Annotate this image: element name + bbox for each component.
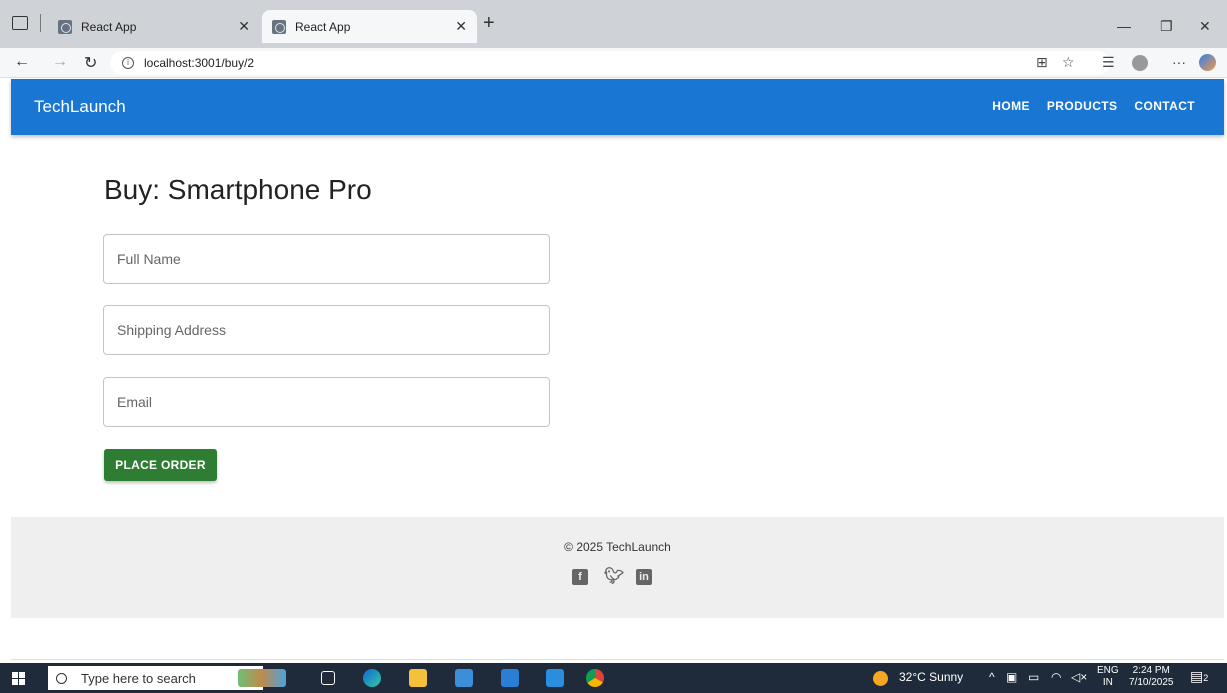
more-options-icon[interactable]: ··· (1172, 54, 1186, 70)
react-favicon-icon (58, 19, 72, 34)
nav-products[interactable]: PRODUCTS (1047, 99, 1118, 113)
split-screen-icon[interactable]: ⊞ (1036, 54, 1048, 71)
close-tab-icon[interactable]: ✕ (238, 18, 250, 35)
refresh-icon[interactable]: ↻ (84, 53, 97, 73)
favorite-star-icon[interactable]: ☆ (1062, 54, 1075, 71)
url-field[interactable]: i localhost:3001/buy/2 (110, 51, 1110, 75)
place-order-button[interactable]: PLACE ORDER (104, 449, 217, 481)
edge-browser-icon[interactable] (363, 669, 381, 687)
notification-count: 2 (1203, 673, 1209, 683)
main-nav: HOME PRODUCTS CONTACT (992, 99, 1195, 113)
profile-avatar-icon[interactable] (1132, 55, 1148, 71)
search-highlight-icon[interactable] (238, 669, 286, 687)
windows-taskbar: Type here to search 32°C Sunny ^ ▣ ▭ ◠ ◁… (0, 663, 1227, 693)
social-links: f 🐦︎ in (572, 569, 652, 585)
microsoft-store-icon[interactable] (455, 669, 473, 687)
url-text: localhost:3001/buy/2 (144, 56, 255, 70)
battery-icon[interactable]: ▭ (1028, 670, 1039, 684)
file-explorer-icon[interactable] (409, 669, 427, 687)
weather-sun-icon (873, 671, 888, 686)
input-language[interactable]: ENG IN (1097, 665, 1119, 689)
favorites-icon[interactable]: ☰ (1102, 54, 1115, 71)
browser-tab-1[interactable]: React App ✕ (48, 10, 260, 43)
twitter-icon[interactable]: 🐦︎ (604, 569, 624, 585)
shipping-address-input[interactable] (103, 305, 550, 355)
new-tab-button[interactable]: + (483, 12, 495, 35)
address-bar: ← → ↻ i localhost:3001/buy/2 ⊞ ☆ ☰ ··· (0, 48, 1227, 78)
vscode-icon[interactable] (546, 669, 564, 687)
show-hidden-icons-icon[interactable]: ^ (989, 670, 995, 684)
forward-icon[interactable]: → (52, 53, 68, 71)
clock-date: 7/10/2025 (1129, 677, 1174, 688)
weather-text[interactable]: 32°C Sunny (899, 670, 963, 684)
region-code: IN (1102, 677, 1113, 688)
taskbar-search-input[interactable]: Type here to search (48, 666, 263, 690)
search-icon (56, 672, 67, 684)
full-name-input[interactable] (103, 234, 550, 284)
task-view-icon[interactable] (321, 671, 335, 685)
volume-icon[interactable]: ◁× (1071, 670, 1087, 684)
copyright-text: © 2025 TechLaunch (564, 540, 671, 554)
tab-actions-icon[interactable] (12, 16, 28, 30)
wifi-icon[interactable]: ◠ (1051, 670, 1061, 684)
chrome-icon[interactable] (586, 669, 604, 687)
clock-time: 2:24 PM (1132, 665, 1170, 676)
browser-tab-2[interactable]: React App ✕ (262, 10, 477, 43)
close-tab-icon[interactable]: ✕ (455, 18, 467, 35)
page-footer: © 2025 TechLaunch f 🐦︎ in (11, 517, 1224, 618)
back-icon[interactable]: ← (14, 53, 30, 71)
react-favicon-icon (272, 19, 286, 34)
site-info-icon[interactable]: i (122, 57, 134, 69)
divider (11, 659, 1224, 660)
tab-title: React App (81, 19, 137, 34)
clock[interactable]: 2:24 PM 7/10/2025 (1129, 665, 1174, 689)
lang-code: ENG (1097, 665, 1119, 676)
taskbar-search-placeholder: Type here to search (81, 670, 196, 686)
notifications-icon[interactable]: ▤2 (1190, 668, 1208, 685)
linkedin-icon[interactable]: in (636, 569, 652, 585)
facebook-icon[interactable]: f (572, 569, 588, 585)
nav-home[interactable]: HOME (992, 99, 1030, 113)
tray-app-icon[interactable]: ▣ (1006, 670, 1017, 684)
mail-icon[interactable] (501, 669, 519, 687)
windows-start-icon[interactable] (12, 672, 25, 685)
app-header: TechLaunch HOME PRODUCTS CONTACT (11, 79, 1224, 135)
tab-title: React App (295, 19, 351, 34)
restore-icon[interactable]: ❐ (1160, 18, 1173, 35)
copilot-icon[interactable] (1199, 54, 1216, 71)
email-input[interactable] (103, 377, 550, 427)
page-title: Buy: Smartphone Pro (104, 174, 372, 205)
nav-contact[interactable]: CONTACT (1134, 99, 1195, 113)
brand-logo[interactable]: TechLaunch (34, 97, 126, 117)
tab-separator (40, 14, 41, 32)
minimize-icon[interactable]: — (1117, 18, 1131, 34)
close-window-icon[interactable]: ✕ (1199, 18, 1211, 35)
browser-tab-strip: React App ✕ React App ✕ + — ❐ ✕ (0, 0, 1227, 48)
